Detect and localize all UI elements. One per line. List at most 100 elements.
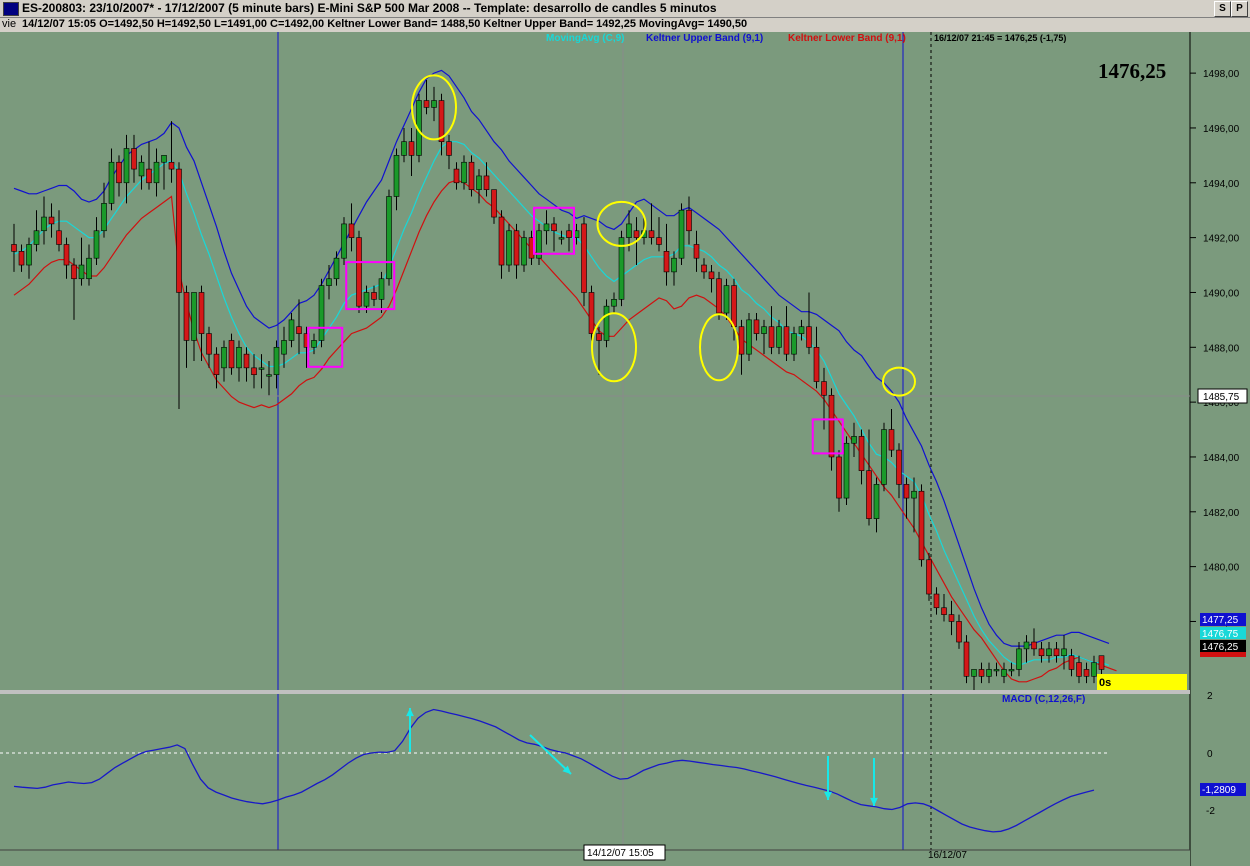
bull-candle bbox=[776, 326, 782, 348]
bear-candle bbox=[821, 381, 827, 396]
bear-candle bbox=[408, 141, 415, 156]
bear-candle bbox=[738, 326, 745, 355]
bull-candle bbox=[273, 346, 280, 376]
bull-candle bbox=[971, 669, 977, 677]
bear-candle bbox=[356, 237, 362, 307]
bull-candle bbox=[311, 340, 317, 348]
bull-candle bbox=[791, 333, 797, 355]
bear-candle bbox=[551, 223, 557, 232]
bear-candle bbox=[71, 264, 77, 280]
price-tick-label: 1490,00 bbox=[1203, 288, 1240, 299]
bull-candle bbox=[761, 326, 767, 334]
crosshair-date-text: 14/12/07 15:05 bbox=[587, 848, 654, 859]
bull-candle bbox=[236, 346, 242, 369]
macd-axis-2: 2 bbox=[1207, 691, 1213, 702]
bear-candle bbox=[648, 230, 655, 238]
window-title: ES-200803: 23/10/2007* - 17/12/2007 (5 m… bbox=[22, 1, 717, 15]
bull-candle bbox=[266, 374, 272, 377]
bear-candle bbox=[146, 168, 152, 184]
bull-candle bbox=[626, 223, 632, 238]
bull-candle bbox=[543, 223, 550, 232]
bear-candle bbox=[243, 353, 250, 369]
bear-candle bbox=[813, 346, 820, 382]
price-chart[interactable]: 1498,00 1496,00 1494,00 1492,00 1490,00 1488,… bbox=[0, 32, 1250, 866]
bull-candle bbox=[318, 285, 325, 341]
price-tick-label: 1488,00 bbox=[1203, 343, 1240, 354]
bear-candle bbox=[828, 394, 835, 458]
bull-candle bbox=[476, 175, 482, 190]
bear-candle bbox=[1083, 669, 1090, 677]
bull-candle bbox=[461, 161, 467, 184]
bear-candle bbox=[566, 230, 572, 238]
s-button[interactable]: S bbox=[1214, 1, 1231, 17]
bull-candle bbox=[558, 237, 565, 240]
bear-candle bbox=[251, 367, 257, 376]
bear-candle bbox=[956, 621, 962, 643]
ma-tag-text: 1476,75 bbox=[1202, 629, 1239, 640]
ohlc-values: 14/12/07 15:05 O=1492,50 H=1492,50 L=149… bbox=[22, 18, 748, 30]
bear-candle bbox=[858, 436, 865, 471]
title-bar: ES-200803: 23/10/2007* - 17/12/2007 (5 m… bbox=[0, 0, 1250, 18]
bull-candle bbox=[101, 203, 107, 232]
bear-candle bbox=[933, 593, 940, 609]
bull-candle bbox=[851, 436, 857, 444]
bull-candle bbox=[1008, 669, 1015, 672]
bear-candle bbox=[453, 168, 460, 184]
bear-candle bbox=[348, 223, 355, 238]
bull-candle bbox=[521, 237, 527, 266]
upper-band-tag-text: 1477,25 bbox=[1202, 615, 1239, 626]
bull-candle bbox=[911, 490, 917, 499]
bull-candle bbox=[326, 278, 332, 286]
bear-candle bbox=[941, 607, 947, 615]
bull-candle bbox=[506, 230, 512, 266]
bull-candle bbox=[341, 223, 347, 259]
price-tick-label: 1482,00 bbox=[1203, 508, 1240, 519]
bear-candle bbox=[888, 429, 895, 451]
p-button[interactable]: P bbox=[1231, 1, 1248, 17]
bar-countdown-text: 0s bbox=[1099, 677, 1111, 689]
bear-candle bbox=[131, 148, 137, 170]
bull-candle bbox=[281, 340, 287, 355]
bear-candle bbox=[663, 251, 670, 273]
bear-candle bbox=[116, 161, 122, 184]
bear-candle bbox=[371, 292, 377, 300]
bear-candle bbox=[183, 292, 190, 341]
bull-candle bbox=[1061, 648, 1067, 657]
macd-axis-0: 0 bbox=[1207, 749, 1213, 760]
bull-candle bbox=[1016, 648, 1022, 670]
bull-candle bbox=[603, 305, 610, 341]
bear-candle bbox=[918, 490, 925, 561]
price-tick-label: 1484,00 bbox=[1203, 453, 1240, 464]
bear-candle bbox=[176, 168, 182, 293]
price-tick-label: 1494,00 bbox=[1203, 179, 1240, 190]
bear-candle bbox=[836, 456, 842, 499]
bear-candle bbox=[483, 175, 490, 190]
bull-candle bbox=[123, 148, 130, 184]
bear-candle bbox=[926, 559, 932, 595]
macd-value-tag-text: -1,2809 bbox=[1202, 785, 1236, 796]
bear-candle bbox=[198, 292, 205, 334]
bull-candle bbox=[288, 319, 295, 341]
bull-candle bbox=[26, 244, 32, 266]
bull-candle bbox=[138, 161, 145, 177]
bull-candle bbox=[873, 484, 880, 519]
bear-candle bbox=[948, 614, 955, 622]
bull-candle bbox=[378, 278, 385, 300]
bull-candle bbox=[258, 367, 265, 370]
crosshair-price-text: 1485,75 bbox=[1203, 392, 1240, 403]
bear-candle bbox=[656, 237, 662, 245]
bear-candle bbox=[866, 470, 872, 519]
bear-candle bbox=[296, 326, 302, 334]
bull-candle bbox=[191, 292, 197, 341]
bear-candle bbox=[768, 326, 775, 348]
bear-candle bbox=[806, 326, 812, 348]
bull-candle bbox=[93, 230, 100, 259]
bear-candle bbox=[491, 189, 497, 218]
bull-candle bbox=[108, 161, 115, 204]
bear-candle bbox=[63, 244, 70, 266]
bull-candle bbox=[881, 429, 887, 485]
bear-candle bbox=[48, 216, 55, 225]
bull-candle bbox=[393, 155, 400, 197]
bull-candle bbox=[671, 257, 677, 273]
bull-candle bbox=[986, 669, 992, 677]
